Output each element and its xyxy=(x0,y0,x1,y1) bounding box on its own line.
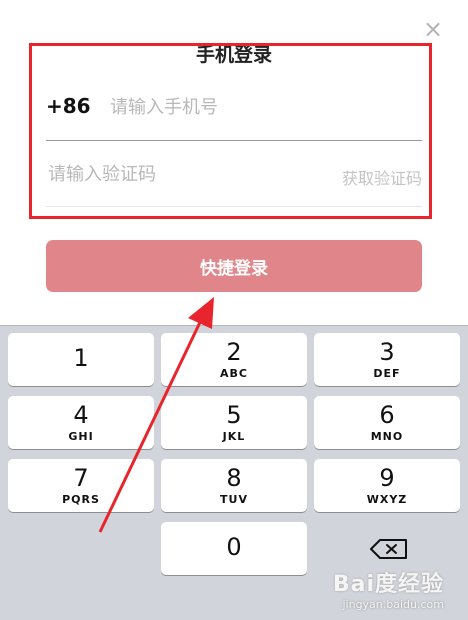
key-digit: 3 xyxy=(379,338,395,366)
key-digit: 1 xyxy=(73,344,89,372)
key-letters: ABC xyxy=(220,367,248,380)
key-digit: 2 xyxy=(226,338,242,366)
key-letters: DEF xyxy=(373,367,401,380)
key-digit: 8 xyxy=(226,464,242,492)
verification-code-input[interactable] xyxy=(46,163,290,186)
key-3[interactable]: 3 DEF xyxy=(314,333,460,386)
key-digit: 4 xyxy=(73,401,89,429)
phone-field-row: +86 xyxy=(46,84,422,141)
key-5[interactable]: 5 JKL xyxy=(161,396,307,449)
key-letters: TUV xyxy=(220,493,248,506)
key-2[interactable]: 2 ABC xyxy=(161,333,307,386)
key-9[interactable]: 9 WXYZ xyxy=(314,459,460,512)
key-0[interactable]: 0 xyxy=(161,522,307,575)
get-code-button[interactable]: 获取验证码 xyxy=(342,165,422,189)
key-digit: 5 xyxy=(226,401,242,429)
key-digit: 6 xyxy=(379,401,395,429)
key-6[interactable]: 6 MNO xyxy=(314,396,460,449)
key-letters: GHI xyxy=(68,430,94,443)
key-4[interactable]: 4 GHI xyxy=(8,396,154,449)
key-8[interactable]: 8 TUV xyxy=(161,459,307,512)
key-letters: MNO xyxy=(370,430,404,443)
key-digit: 0 xyxy=(226,533,242,561)
key-letters: WXYZ xyxy=(366,493,408,506)
country-code[interactable]: +86 xyxy=(46,94,91,118)
quick-login-button[interactable]: 快捷登录 xyxy=(46,240,422,292)
key-7[interactable]: 7 PQRS xyxy=(8,459,154,512)
page-title: 手机登录 xyxy=(195,44,272,66)
watermark-url: jingyan.baidu.com xyxy=(342,598,444,611)
key-letters: JKL xyxy=(222,430,246,443)
key-letters: PQRS xyxy=(62,493,100,506)
phone-input[interactable] xyxy=(108,96,412,119)
code-field-row: 获取验证码 xyxy=(46,148,422,207)
key-digit: 7 xyxy=(73,464,89,492)
close-icon[interactable]: × xyxy=(422,17,444,41)
baidu-jingyan-watermark: Bai度经验 jingyan.baidu.com xyxy=(333,566,444,611)
watermark-logo: Bai度经验 xyxy=(332,572,444,597)
key-digit: 9 xyxy=(379,464,395,492)
backspace-icon[interactable] xyxy=(362,531,418,567)
key-1[interactable]: 1 xyxy=(8,333,154,386)
